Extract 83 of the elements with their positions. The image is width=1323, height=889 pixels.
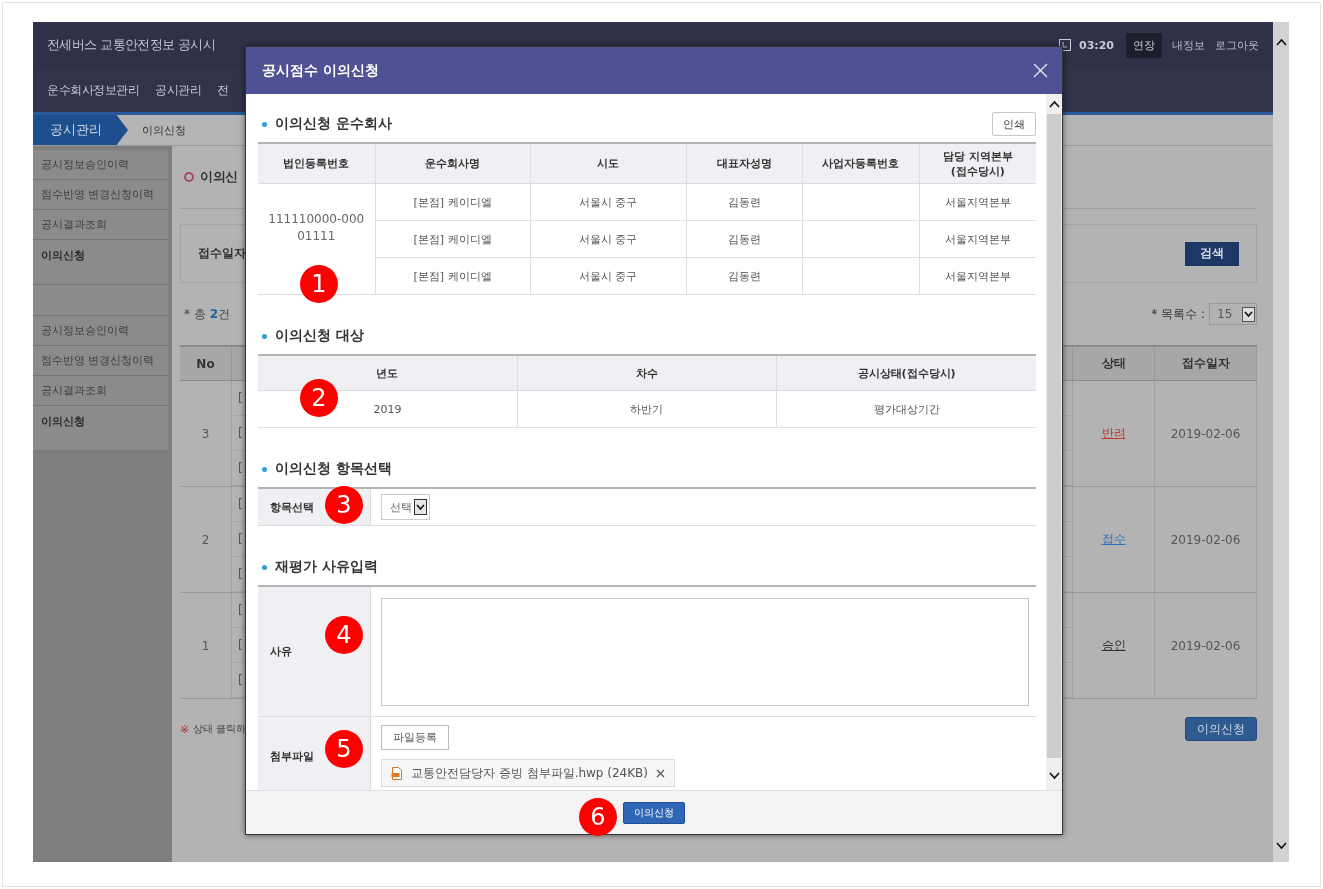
file-upload-button[interactable]: 파일등록 bbox=[381, 725, 449, 750]
clock-icon bbox=[1059, 39, 1071, 51]
note-mark: ※ bbox=[180, 722, 190, 736]
breadcrumb-item[interactable]: 이의신청 bbox=[128, 115, 208, 145]
column-header: 접수일자 bbox=[1155, 347, 1257, 380]
table-cell: 김동련 bbox=[686, 257, 802, 295]
table-cell: 3 bbox=[180, 381, 232, 486]
column-header: 사업자등록번호 bbox=[802, 143, 919, 184]
note-text: 상태 클릭하 bbox=[193, 722, 247, 736]
page-title: 이의신 bbox=[200, 168, 238, 186]
column-header: 담당 지역본부 (접수당시) bbox=[919, 143, 1036, 184]
submit-appeal-button[interactable]: 이의신청 bbox=[623, 801, 685, 824]
remove-icon[interactable] bbox=[656, 768, 666, 778]
item-select[interactable]: 선택 bbox=[381, 494, 430, 520]
nav-menu-item[interactable]: 운수회사정보관리 bbox=[47, 81, 139, 99]
scrollbar[interactable] bbox=[1273, 22, 1289, 862]
scroll-thumb[interactable] bbox=[1047, 114, 1061, 758]
field-label: 사유 bbox=[270, 644, 292, 659]
sidebar-item[interactable]: 이의신청 bbox=[33, 406, 168, 451]
table-cell: [본점] 케이디엘 bbox=[375, 220, 530, 258]
column-header: 시도 bbox=[530, 143, 686, 184]
page-size-label: * 목록수 : bbox=[1151, 305, 1205, 323]
table-cell: 2019-02-06 bbox=[1155, 593, 1257, 698]
sidebar-item[interactable]: 이의신청 bbox=[33, 240, 168, 285]
step-number-badge: 1 bbox=[300, 265, 338, 303]
nav-menu-item[interactable]: 공시관리 bbox=[155, 81, 201, 99]
table-cell: 서울시 중구 bbox=[530, 183, 686, 221]
column-header: 운수회사명 bbox=[375, 143, 530, 184]
scroll-down-icon[interactable] bbox=[1275, 842, 1287, 850]
dialog-title: 공시점수 이의신청 bbox=[262, 61, 379, 80]
table-cell: [본점] 케이디엘 bbox=[375, 257, 530, 295]
sidebar-item[interactable]: 공시정보승인이력 bbox=[33, 150, 168, 180]
session-timer: 03:20 bbox=[1079, 38, 1114, 52]
table-cell: 2019-02-06 bbox=[1155, 381, 1257, 486]
caret-icon[interactable] bbox=[414, 499, 427, 515]
caret-icon[interactable] bbox=[1242, 306, 1255, 322]
total-count: * 총 2건 bbox=[183, 305, 230, 323]
table-cell: 하반기 bbox=[517, 390, 777, 428]
sidebar-item[interactable]: 점수반영 변경신청이력 bbox=[33, 346, 168, 376]
table-cell: 김동련 bbox=[686, 220, 802, 258]
search-button[interactable]: 검색 bbox=[1185, 241, 1239, 266]
scroll-up-icon[interactable] bbox=[1275, 38, 1287, 46]
column-header: 공시상태(접수당시) bbox=[776, 355, 1036, 391]
section-title: 이의신청 운수회사 bbox=[275, 115, 392, 133]
column-header: 대표자성명 bbox=[686, 143, 802, 184]
field-label: 첨부파일 bbox=[270, 748, 314, 764]
table-cell: 1 bbox=[180, 593, 232, 698]
document-icon bbox=[391, 766, 403, 780]
ring-icon bbox=[184, 172, 194, 182]
appeal-button[interactable]: 이의신청 bbox=[1185, 717, 1257, 741]
site-title: 전세버스 교통안전정보 공시시 bbox=[47, 36, 216, 54]
table-cell: 서울시 중구 bbox=[530, 257, 686, 295]
table-cell: 2019-02-06 bbox=[1155, 487, 1257, 592]
column-header: 차수 bbox=[517, 355, 777, 391]
sidebar-item[interactable]: 점수반영 변경신청이력 bbox=[33, 180, 168, 210]
section-title: 이의신청 대상 bbox=[275, 327, 364, 345]
table-cell: 서울시 중구 bbox=[530, 220, 686, 258]
status-link[interactable]: 승인 bbox=[1101, 637, 1126, 654]
field-label: 항목선택 bbox=[270, 499, 314, 515]
header-link[interactable]: 로그아웃 bbox=[1215, 37, 1259, 53]
sidebar-item[interactable]: 공시결과조회 bbox=[33, 210, 168, 240]
column-header: No bbox=[180, 347, 232, 380]
table-cell: 2 bbox=[180, 487, 232, 592]
file-name: 교통안전담당자 증빙 첨부파일.hwp (24KB) bbox=[411, 764, 649, 782]
page-size-select[interactable]: 15 bbox=[1209, 303, 1257, 325]
scrollbar[interactable] bbox=[1046, 94, 1062, 790]
extend-button[interactable]: 연장 bbox=[1126, 32, 1162, 58]
column-header: 상태 bbox=[1073, 347, 1155, 380]
scroll-up-icon[interactable] bbox=[1048, 100, 1060, 108]
nav-menu-item[interactable]: 전 bbox=[217, 81, 229, 99]
section-title: 이의신청 항목선택 bbox=[275, 460, 392, 478]
search-label: 접수일자 bbox=[198, 245, 246, 262]
table-cell: [본점] 케이디엘 bbox=[375, 183, 530, 221]
column-header: 법인등록번호 bbox=[258, 143, 375, 184]
table-cell: 김동련 bbox=[686, 183, 802, 221]
scroll-down-icon[interactable] bbox=[1048, 772, 1060, 780]
close-icon[interactable] bbox=[1033, 63, 1048, 78]
sidebar-item[interactable]: 공시결과조회 bbox=[33, 376, 168, 406]
breadcrumb-item[interactable]: 공시관리 bbox=[33, 115, 128, 145]
section-title: 재평가 사유입력 bbox=[275, 558, 378, 576]
header-link[interactable]: 내정보 bbox=[1172, 37, 1205, 53]
sidebar-item[interactable]: 공시정보승인이력 bbox=[33, 316, 168, 346]
print-button[interactable]: 인쇄 bbox=[992, 112, 1036, 136]
